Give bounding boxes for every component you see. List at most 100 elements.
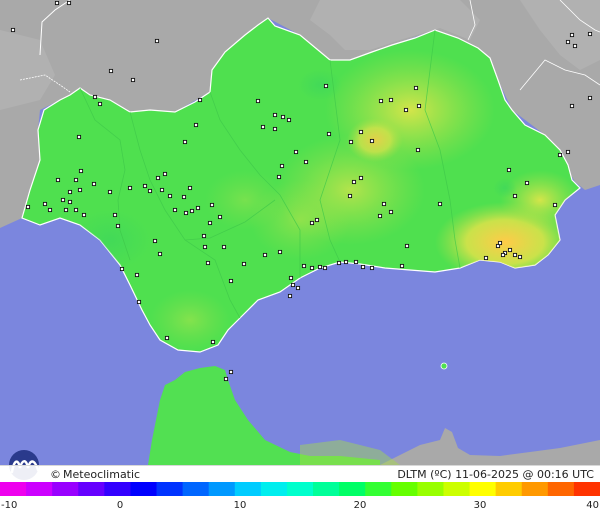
legend-swatch — [234, 482, 262, 496]
station-marker — [112, 212, 118, 218]
station-marker — [255, 98, 261, 104]
station-marker — [47, 207, 53, 213]
station-marker — [130, 77, 136, 83]
station-marker — [303, 159, 309, 165]
station-marker — [164, 335, 170, 341]
station-marker — [97, 101, 103, 107]
station-marker — [223, 376, 229, 382]
station-marker — [119, 266, 125, 272]
variable-unit: (ºC) — [430, 468, 452, 481]
legend-tick: 20 — [353, 500, 367, 511]
station-marker — [309, 220, 315, 226]
station-marker — [10, 27, 16, 33]
station-marker — [565, 149, 571, 155]
legend-tick: 0 — [116, 500, 124, 511]
station-marker — [115, 223, 121, 229]
station-marker — [358, 129, 364, 135]
legend-swatch — [182, 482, 210, 496]
legend-swatch — [339, 482, 366, 496]
station-marker — [155, 175, 161, 181]
station-marker — [415, 147, 421, 153]
station-marker — [108, 68, 114, 74]
station-marker — [323, 83, 329, 89]
station-marker — [557, 152, 563, 158]
station-marker — [309, 265, 315, 271]
brand-label: © Meteoclimatic — [50, 467, 140, 482]
map-caption: DLTM (ºC) 11-06-2025 @ 00:16 UTC — [397, 467, 594, 482]
station-marker — [172, 207, 178, 213]
station-marker — [587, 31, 593, 37]
station-marker — [377, 213, 383, 219]
station-marker — [293, 149, 299, 155]
station-marker — [157, 251, 163, 257]
legend-tick: 10 — [233, 500, 247, 511]
station-marker — [107, 189, 113, 195]
station-marker — [287, 293, 293, 299]
station-marker — [301, 263, 307, 269]
station-marker — [260, 124, 266, 130]
station-marker — [572, 43, 578, 49]
station-marker — [569, 103, 575, 109]
station-marker — [77, 187, 83, 193]
station-marker — [42, 201, 48, 207]
station-marker — [55, 177, 61, 183]
station-marker — [209, 202, 215, 208]
legend-tick: 30 — [473, 500, 487, 511]
temperature-map — [0, 0, 600, 465]
station-marker — [276, 174, 282, 180]
station-marker — [189, 208, 195, 214]
station-marker — [210, 339, 216, 345]
station-marker — [358, 175, 364, 181]
station-marker — [347, 193, 353, 199]
legend-swatch — [0, 482, 27, 496]
legend-swatch — [313, 482, 340, 496]
station-marker — [217, 214, 223, 220]
station-marker — [63, 207, 69, 213]
station-marker — [524, 180, 530, 186]
station-marker — [197, 97, 203, 103]
station-marker — [81, 212, 87, 218]
station-marker — [314, 217, 320, 223]
legend-swatch — [156, 482, 184, 496]
station-marker — [369, 138, 375, 144]
station-marker — [142, 183, 148, 189]
station-marker — [512, 252, 518, 258]
station-marker — [91, 181, 97, 187]
info-bar: © Meteoclimatic DLTM (ºC) 11-06-2025 @ 00… — [0, 465, 600, 483]
station-marker — [228, 278, 234, 284]
station-marker — [565, 39, 571, 45]
station-marker — [183, 210, 189, 216]
legend-swatch — [469, 482, 497, 496]
station-marker — [73, 177, 79, 183]
station-marker — [403, 107, 409, 113]
station-marker — [182, 139, 188, 145]
station-marker — [413, 85, 419, 91]
station-marker — [272, 112, 278, 118]
legend-swatch — [286, 482, 314, 496]
legend-swatch — [443, 482, 471, 496]
station-marker — [360, 264, 366, 270]
station-marker — [66, 0, 72, 6]
station-marker — [353, 259, 359, 265]
station-marker — [187, 185, 193, 191]
legend-swatch — [260, 482, 288, 496]
station-marker — [195, 205, 201, 211]
station-marker — [60, 197, 66, 203]
station-marker — [506, 167, 512, 173]
station-marker — [322, 265, 328, 271]
station-marker — [437, 201, 443, 207]
station-marker — [388, 209, 394, 215]
station-marker — [416, 103, 422, 109]
legend-tick: -10 — [1, 500, 18, 511]
station-marker — [351, 179, 357, 185]
station-marker — [277, 249, 283, 255]
station-marker — [134, 272, 140, 278]
station-marker — [404, 243, 410, 249]
station-marker — [569, 32, 575, 38]
legend-swatch — [573, 482, 600, 496]
station-marker — [202, 244, 208, 250]
station-marker — [162, 171, 168, 177]
legend-swatch — [130, 482, 158, 496]
station-marker — [279, 163, 285, 169]
station-marker — [92, 94, 98, 100]
